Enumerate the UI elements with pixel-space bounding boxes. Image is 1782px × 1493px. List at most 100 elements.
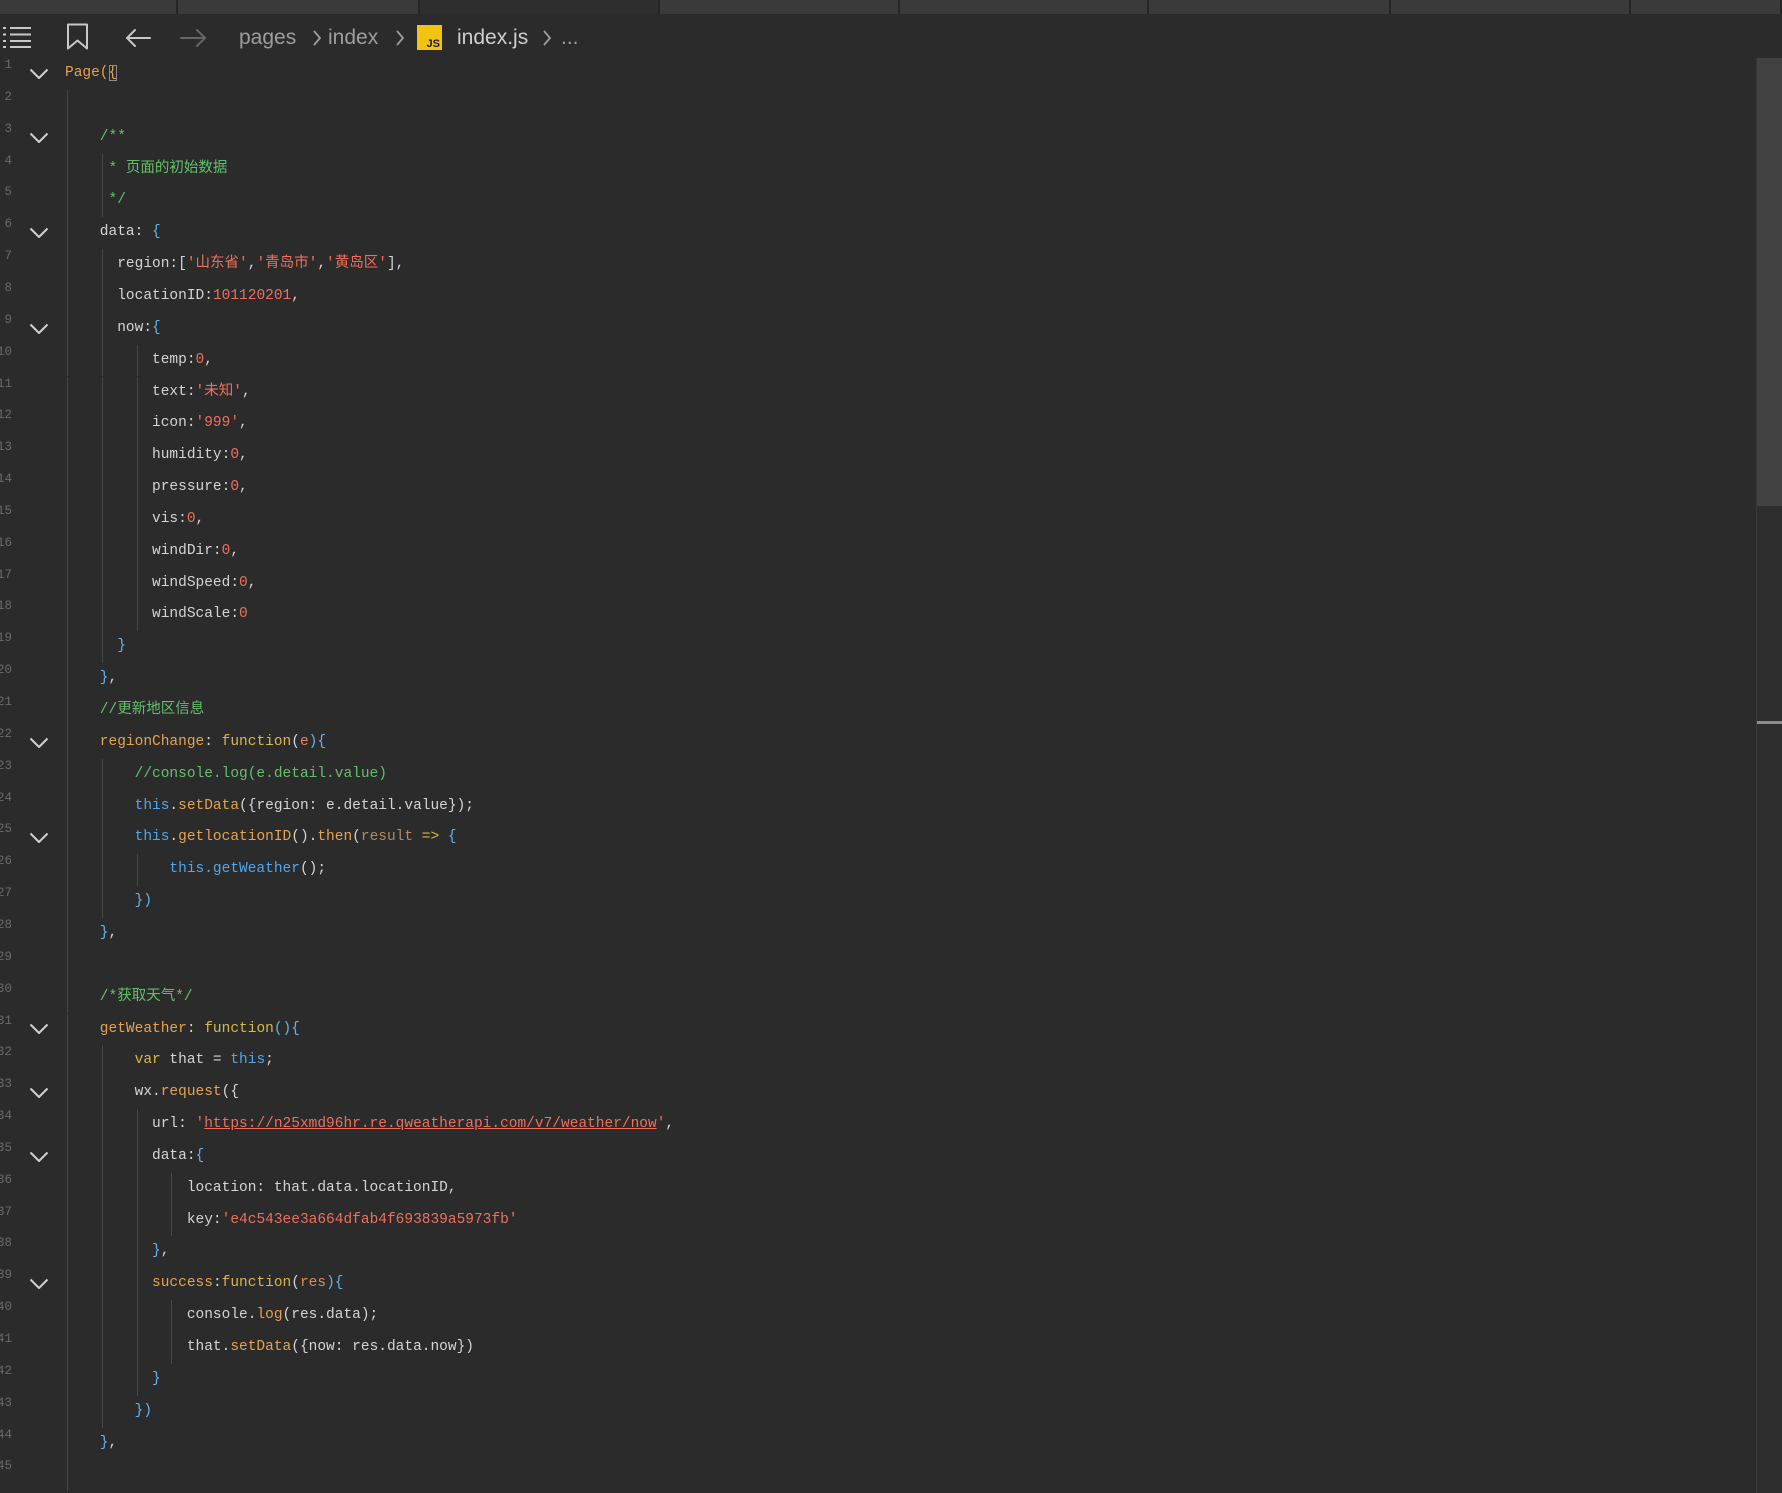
code-line[interactable]: }, bbox=[65, 918, 117, 950]
code-line[interactable]: vis:0, bbox=[65, 504, 204, 536]
code-line[interactable]: success:function(res){ bbox=[65, 1268, 343, 1300]
code-line[interactable]: //更新地区信息 bbox=[65, 695, 204, 727]
code-line[interactable]: } bbox=[65, 1364, 161, 1396]
code-token: } bbox=[65, 638, 126, 655]
vertical-scrollbar[interactable] bbox=[1756, 58, 1782, 1493]
code-token: this.getWeather bbox=[65, 861, 300, 878]
code-line[interactable]: }, bbox=[65, 663, 117, 695]
code-line[interactable]: }, bbox=[65, 1236, 169, 1268]
line-number: 19 bbox=[0, 631, 12, 646]
code-line[interactable]: locationID:101120201, bbox=[65, 281, 300, 313]
editor-tab[interactable] bbox=[1149, 0, 1391, 14]
line-number: 35 bbox=[0, 1140, 12, 1155]
code-line[interactable]: url: 'https://n25xmd96hr.re.qweatherapi.… bbox=[65, 1109, 674, 1141]
chevron-down-icon[interactable] bbox=[29, 68, 49, 80]
code-line[interactable]: }) bbox=[65, 1396, 152, 1428]
code-token: setData bbox=[178, 797, 240, 814]
code-editor[interactable]: 1 2 3 4 5 6 7 8 9 10 11 12 13 14 15 16 17 18 19 20 21 22 23 24 2… bbox=[0, 56, 1756, 1493]
scrollbar-thumb[interactable] bbox=[1757, 58, 1782, 506]
line-number: 34 bbox=[0, 1109, 12, 1124]
code-line[interactable]: } bbox=[65, 631, 126, 663]
code-line[interactable]: icon:'999', bbox=[65, 408, 248, 440]
line-number: 32 bbox=[0, 1045, 12, 1060]
chevron-down-icon[interactable] bbox=[29, 132, 49, 144]
breadcrumb-item-pages[interactable]: pages bbox=[239, 25, 296, 50]
code-line[interactable]: /** bbox=[65, 122, 126, 154]
code-token: , bbox=[241, 383, 251, 400]
code-token: , bbox=[230, 542, 240, 559]
chevron-down-icon[interactable] bbox=[29, 737, 49, 749]
code-line[interactable]: data:{ bbox=[65, 1141, 204, 1173]
code-token: function bbox=[204, 1020, 274, 1037]
code-line[interactable]: */ bbox=[65, 185, 126, 217]
code-token: that. bbox=[65, 1339, 231, 1355]
breadcrumb-item-symbols[interactable]: ... bbox=[561, 25, 579, 50]
bookmark-icon[interactable] bbox=[66, 23, 89, 50]
chevron-down-icon[interactable] bbox=[29, 323, 49, 335]
code-line[interactable]: Page({ bbox=[65, 58, 118, 90]
editor-tab-active[interactable] bbox=[420, 0, 660, 14]
code-line[interactable]: console.log(res.data); bbox=[65, 1300, 378, 1332]
line-number: 28 bbox=[0, 917, 12, 932]
code-line[interactable]: getWeather: function(){ bbox=[65, 1014, 300, 1046]
line-number: 21 bbox=[0, 695, 12, 709]
arrow-right-icon[interactable] bbox=[180, 28, 207, 48]
code-line[interactable]: this.setData({region: e.detail.value}); bbox=[65, 791, 474, 823]
code-line[interactable]: var that = this; bbox=[65, 1045, 274, 1077]
chevron-down-icon[interactable] bbox=[29, 227, 49, 239]
code-line[interactable]: data: { bbox=[65, 217, 161, 249]
code-line[interactable]: humidity:0, bbox=[65, 440, 248, 472]
code-token: res bbox=[299, 1275, 327, 1292]
code-token: result bbox=[360, 829, 414, 846]
code-line[interactable]: }, bbox=[65, 1428, 117, 1460]
code-line[interactable]: }) bbox=[65, 886, 152, 918]
chevron-down-icon[interactable] bbox=[29, 832, 49, 844]
line-number: 26 bbox=[0, 854, 12, 869]
editor-tab[interactable] bbox=[1631, 0, 1782, 14]
code-token: { bbox=[195, 1147, 205, 1164]
breadcrumb-item-file[interactable]: index.js bbox=[457, 25, 528, 50]
code-token: 0 bbox=[195, 351, 205, 368]
code-url-link[interactable]: https://n25xmd96hr.re.qweatherapi.com/v7… bbox=[204, 1116, 656, 1132]
code-line[interactable]: pressure:0, bbox=[65, 472, 248, 504]
editor-tab[interactable] bbox=[178, 0, 420, 14]
editor-tab[interactable] bbox=[900, 0, 1149, 14]
code-token: setData bbox=[230, 1339, 292, 1355]
code-token: function bbox=[221, 1275, 292, 1292]
editor-tab[interactable] bbox=[1391, 0, 1631, 14]
editor-tab[interactable] bbox=[660, 0, 900, 14]
editor-tab[interactable] bbox=[0, 0, 178, 14]
code-line[interactable]: this.getlocationID().then(result => { bbox=[65, 822, 457, 854]
chevron-down-icon[interactable] bbox=[29, 1087, 49, 1099]
code-line[interactable]: regionChange: function(e){ bbox=[65, 727, 326, 759]
code-line[interactable]: windSpeed:0, bbox=[65, 568, 256, 600]
line-number: 42 bbox=[0, 1363, 12, 1378]
line-number: 7 bbox=[4, 249, 12, 264]
chevron-down-icon[interactable] bbox=[29, 1151, 49, 1163]
code-line[interactable]: this.getWeather(); bbox=[65, 854, 326, 886]
code-token: windDir: bbox=[65, 542, 222, 559]
code-line[interactable]: windScale:0 bbox=[65, 599, 248, 631]
arrow-left-icon[interactable] bbox=[125, 28, 151, 48]
code-line[interactable]: location: that.data.locationID, bbox=[65, 1173, 457, 1205]
line-number: 29 bbox=[0, 949, 12, 964]
code-line[interactable]: that.setData({now: res.data.now}) bbox=[65, 1332, 474, 1364]
breadcrumb-item-index[interactable]: index bbox=[328, 25, 378, 50]
code-token: (). bbox=[291, 829, 318, 846]
code-line[interactable]: * 页面的初始数据 bbox=[65, 154, 228, 186]
code-line[interactable]: windDir:0, bbox=[65, 536, 239, 568]
code-line[interactable]: temp:0, bbox=[65, 345, 213, 377]
line-number: 31 bbox=[0, 1013, 12, 1028]
code-line[interactable]: text:'未知', bbox=[65, 377, 251, 409]
code-token: regionChange bbox=[65, 733, 205, 750]
list-icon[interactable] bbox=[2, 26, 32, 49]
code-line[interactable]: now:{ bbox=[65, 313, 161, 345]
code-line[interactable]: //console.log(e.detail.value) bbox=[65, 759, 387, 791]
chevron-down-icon[interactable] bbox=[29, 1278, 49, 1290]
code-line[interactable]: wx.request({ bbox=[65, 1077, 239, 1109]
code-token: ({ bbox=[221, 1084, 240, 1101]
code-line[interactable]: region:['山东省','青岛市','黄岛区'], bbox=[65, 249, 404, 281]
chevron-down-icon[interactable] bbox=[29, 1023, 49, 1035]
code-line[interactable]: key:'e4c543ee3a664dfab4f693839a5973fb' bbox=[65, 1205, 518, 1237]
code-line[interactable]: /*获取天气*/ bbox=[65, 982, 193, 1014]
